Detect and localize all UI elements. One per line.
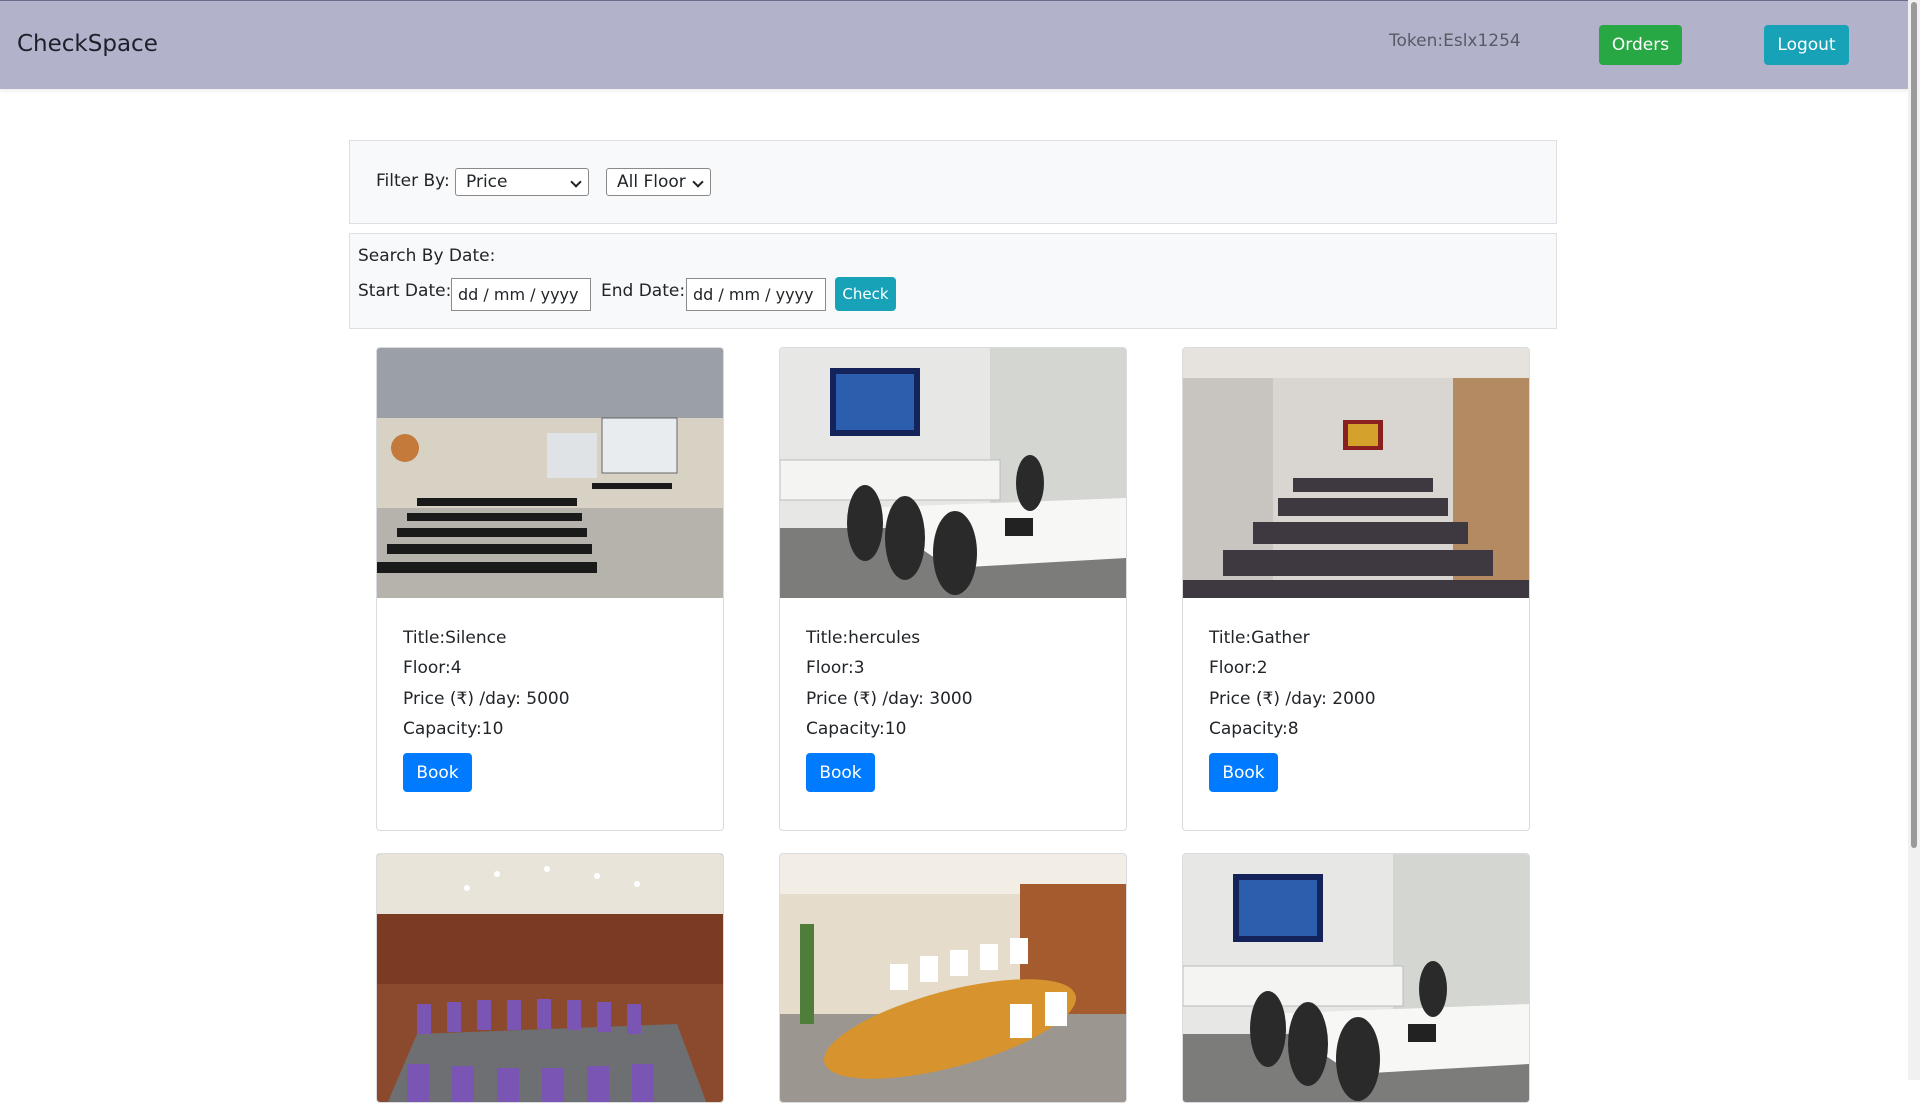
page-scrollbar[interactable]	[1908, 0, 1920, 1080]
room-floor: Floor:2	[1209, 658, 1268, 678]
price-filter-select[interactable]: Price	[455, 168, 589, 196]
brand-logo[interactable]: CheckSpace	[17, 31, 158, 57]
book-button[interactable]: Book	[806, 753, 875, 792]
room-capacity: Capacity:10	[403, 719, 504, 739]
book-button[interactable]: Book	[403, 753, 472, 792]
floor-filter-select[interactable]: All Floor	[606, 168, 711, 196]
chevron-down-icon	[692, 176, 704, 188]
room-photo-meeting-room	[1183, 854, 1529, 1102]
room-card	[1182, 853, 1530, 1103]
room-photo-boardroom-u-shape	[377, 854, 723, 1102]
start-date-label: Start Date:	[358, 281, 452, 301]
book-button[interactable]: Book	[1209, 753, 1278, 792]
room-card: Title:Gather Floor:2 Price (₹) /day: 200…	[1182, 347, 1530, 831]
room-price: Price (₹) /day: 5000	[403, 689, 570, 709]
room-card: Title:hercules Floor:3 Price (₹) /day: 3…	[779, 347, 1127, 831]
room-photo-auditorium	[377, 348, 723, 598]
check-button[interactable]: Check	[835, 277, 896, 311]
room-photo-meeting-room	[780, 348, 1126, 598]
room-card	[376, 853, 724, 1103]
room-floor: Floor:3	[806, 658, 865, 678]
room-title: Title:hercules	[806, 628, 921, 648]
room-price: Price (₹) /day: 3000	[806, 689, 973, 709]
scrollbar-thumb[interactable]	[1911, 2, 1917, 848]
filter-label: Filter By:	[376, 171, 450, 191]
end-date-input[interactable]: dd / mm / yyyy	[686, 278, 826, 311]
room-photo-conference-hall	[1183, 348, 1529, 598]
search-heading: Search By Date:	[358, 246, 496, 266]
floor-filter-value: All Floor	[617, 172, 686, 192]
orders-button[interactable]: Orders	[1599, 25, 1682, 65]
price-filter-value: Price	[466, 172, 508, 192]
end-date-label: End Date:	[601, 281, 686, 301]
room-card: Title:Silence Floor:4 Price (₹) /day: 50…	[376, 347, 724, 831]
navbar: CheckSpace Token:Eslx1254 Orders Logout	[0, 0, 1908, 89]
room-title: Title:Gather	[1209, 628, 1310, 648]
start-date-input[interactable]: dd / mm / yyyy	[451, 278, 591, 311]
token-text: Token:Eslx1254	[1389, 31, 1521, 51]
room-capacity: Capacity:8	[1209, 719, 1299, 739]
room-capacity: Capacity:10	[806, 719, 907, 739]
room-card	[779, 853, 1127, 1103]
room-title: Title:Silence	[403, 628, 507, 648]
room-price: Price (₹) /day: 2000	[1209, 689, 1376, 709]
logout-button[interactable]: Logout	[1764, 25, 1849, 65]
chevron-down-icon	[570, 176, 582, 188]
room-floor: Floor:4	[403, 658, 462, 678]
room-photo-oval-table	[780, 854, 1126, 1102]
